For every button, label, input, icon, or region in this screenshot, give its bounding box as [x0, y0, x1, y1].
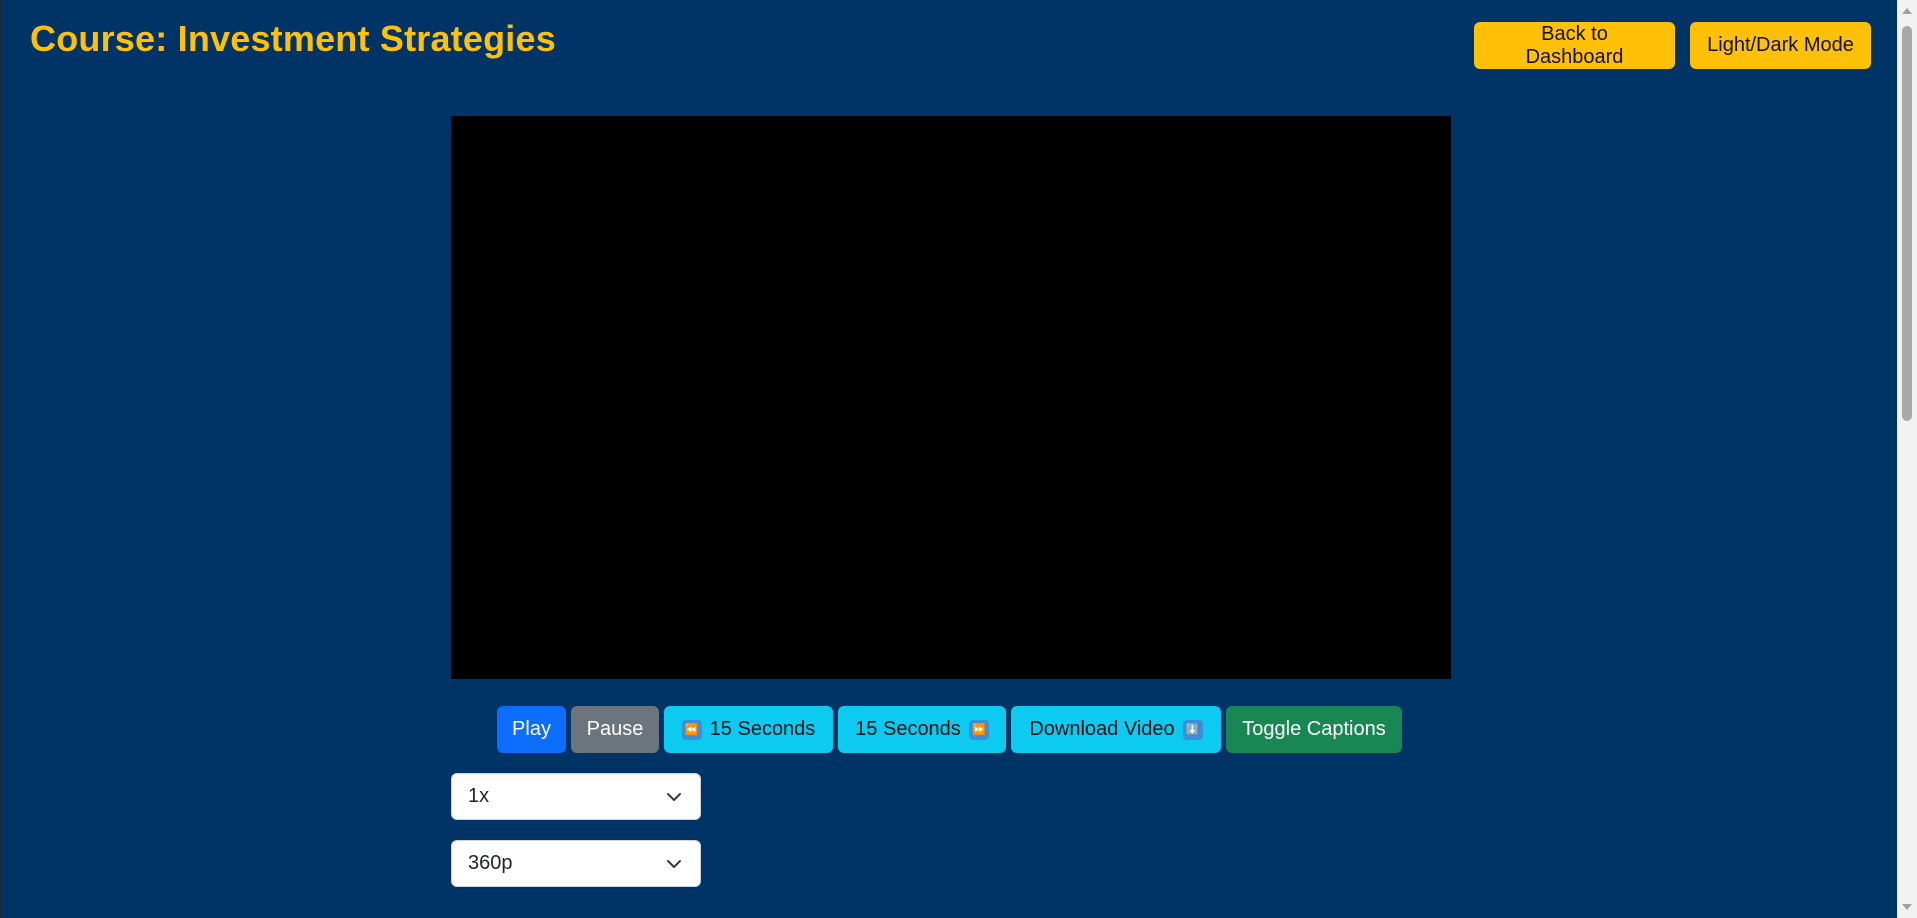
video-quality-select[interactable]: 360p — [451, 840, 701, 887]
rewind-icon: ⏪ — [681, 719, 702, 740]
forward-label: 15 Seconds — [855, 718, 961, 740]
light-dark-mode-button[interactable]: Light/Dark Mode — [1690, 22, 1871, 69]
playback-speed-value: 1x — [468, 785, 490, 807]
vertical-scrollbar[interactable] — [1897, 0, 1917, 918]
scrollbar-thumb[interactable] — [1902, 26, 1912, 421]
forward-15-button[interactable]: 15 Seconds ⏩ — [838, 706, 1006, 753]
chevron-down-icon — [667, 860, 681, 868]
download-video-button[interactable]: Download Video ⬇️ — [1011, 706, 1221, 753]
toggle-captions-button[interactable]: Toggle Captions — [1226, 706, 1402, 753]
scroll-up-arrow-icon[interactable] — [1902, 8, 1912, 14]
fast-forward-icon: ⏩ — [968, 719, 989, 740]
video-quality-value: 360p — [468, 852, 513, 874]
download-label: Download Video — [1029, 718, 1175, 740]
scroll-down-arrow-icon[interactable] — [1902, 904, 1912, 910]
pause-button[interactable]: Pause — [571, 706, 659, 753]
pause-label: Pause — [586, 718, 644, 740]
play-button[interactable]: Play — [497, 706, 566, 753]
video-player[interactable] — [451, 116, 1451, 679]
course-page: Course: Investment Strategies Back to Da… — [0, 0, 1917, 918]
playback-speed-select[interactable]: 1x — [451, 773, 701, 820]
rewind-15-button[interactable]: ⏪ 15 Seconds — [664, 706, 833, 753]
chevron-down-icon — [667, 793, 681, 801]
captions-label: Toggle Captions — [1242, 718, 1386, 740]
download-arrow-icon: ⬇️ — [1182, 719, 1203, 740]
rewind-label: 15 Seconds — [709, 718, 816, 740]
video-controls: Play Pause ⏪ 15 Seconds 15 Seconds ⏩ Dow… — [497, 706, 1402, 753]
page-title: Course: Investment Strategies — [30, 18, 556, 59]
back-to-dashboard-button[interactable]: Back to Dashboard — [1474, 22, 1675, 69]
play-label: Play — [512, 718, 551, 740]
